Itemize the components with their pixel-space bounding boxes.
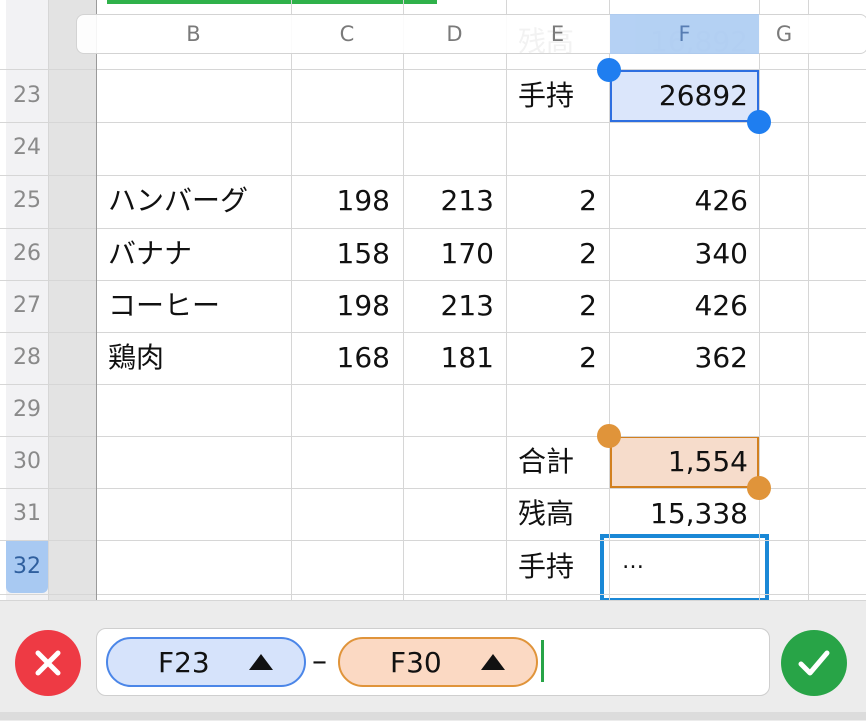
formula-ref-label: F23 — [158, 645, 210, 679]
spreadsheet-grid[interactable]: 残高 16,892 23 24 25 26 27 28 29 30 31 32 … — [0, 0, 866, 600]
row-number-31[interactable]: 31 — [6, 488, 48, 540]
column-header-f[interactable]: F — [610, 14, 759, 54]
formula-operator: – — [312, 644, 327, 679]
cell-e27[interactable]: 2 — [511, 280, 597, 332]
cell-e30[interactable]: 合計 — [518, 436, 598, 488]
triangle-up-icon[interactable] — [248, 652, 274, 672]
row-number-24[interactable]: 24 — [6, 122, 48, 174]
range-handle-bottom-right[interactable] — [747, 110, 771, 134]
cell-f28[interactable]: 362 — [614, 332, 748, 384]
range-handle-bottom-right[interactable] — [747, 476, 771, 500]
row-number-30[interactable]: 30 — [6, 436, 48, 488]
cell-d28[interactable]: 181 — [408, 332, 494, 384]
row-number-26[interactable]: 26 — [6, 228, 48, 280]
cell-e26[interactable]: 2 — [511, 228, 597, 280]
cell-b26[interactable]: バナナ — [108, 228, 288, 280]
column-header-g[interactable]: G — [760, 14, 808, 54]
formula-ref-token[interactable]: F23 — [106, 637, 306, 687]
cell-c25[interactable]: 198 — [296, 175, 390, 227]
column-header-e[interactable]: E — [506, 14, 609, 54]
cell-e23[interactable]: 手持 — [518, 70, 598, 122]
cell-d26[interactable]: 170 — [408, 228, 494, 280]
row-number-23[interactable]: 23 — [6, 70, 48, 122]
cell-f31[interactable]: 15,338 — [614, 488, 748, 540]
column-header-c[interactable]: C — [291, 14, 403, 54]
row-number-29[interactable]: 29 — [6, 384, 48, 436]
cell-f26[interactable]: 340 — [614, 228, 748, 280]
x-icon — [35, 650, 61, 676]
cell-e32[interactable]: 手持 — [518, 541, 598, 593]
formula-ref-token[interactable]: F30 — [338, 637, 538, 687]
keyboard-edge — [0, 712, 866, 720]
cell-c28[interactable]: 168 — [296, 332, 390, 384]
cell-e28[interactable]: 2 — [511, 332, 597, 384]
text-cursor — [541, 640, 544, 682]
cell-b28[interactable]: 鶏肉 — [108, 332, 288, 384]
column-header-d[interactable]: D — [403, 14, 506, 54]
triangle-up-icon[interactable] — [480, 652, 506, 672]
cell-c26[interactable]: 158 — [296, 228, 390, 280]
confirm-button[interactable] — [781, 630, 847, 696]
cell-f23[interactable]: 26892 — [614, 70, 748, 122]
column-header-b[interactable]: B — [96, 14, 291, 54]
cell-f25[interactable]: 426 — [614, 175, 748, 227]
row-number-32[interactable]: 32 — [6, 541, 48, 593]
row-number-28[interactable]: 28 — [6, 332, 48, 384]
cell-b25[interactable]: ハンバーグ — [108, 175, 288, 227]
cancel-button[interactable] — [15, 630, 81, 696]
cell-f32-value: … — [622, 549, 644, 574]
cell-f27[interactable]: 426 — [614, 280, 748, 332]
column-a — [49, 0, 96, 600]
cell-d25[interactable]: 213 — [408, 175, 494, 227]
cell-e31[interactable]: 残高 — [518, 488, 598, 540]
row-number-27[interactable]: 27 — [6, 280, 48, 332]
formula-ref-label: F30 — [390, 645, 442, 679]
cell-b27[interactable]: コーヒー — [108, 280, 288, 332]
range-handle-top-left[interactable] — [597, 58, 621, 82]
toolbar-accent-bar — [107, 0, 437, 4]
row-number-25[interactable]: 25 — [6, 175, 48, 227]
cell-e25[interactable]: 2 — [511, 175, 597, 227]
cell-f30[interactable]: 1,554 — [614, 436, 748, 488]
cell-c27[interactable]: 198 — [296, 280, 390, 332]
range-handle-top-left[interactable] — [597, 424, 621, 448]
checkmark-icon — [798, 650, 830, 676]
cell-d27[interactable]: 213 — [408, 280, 494, 332]
